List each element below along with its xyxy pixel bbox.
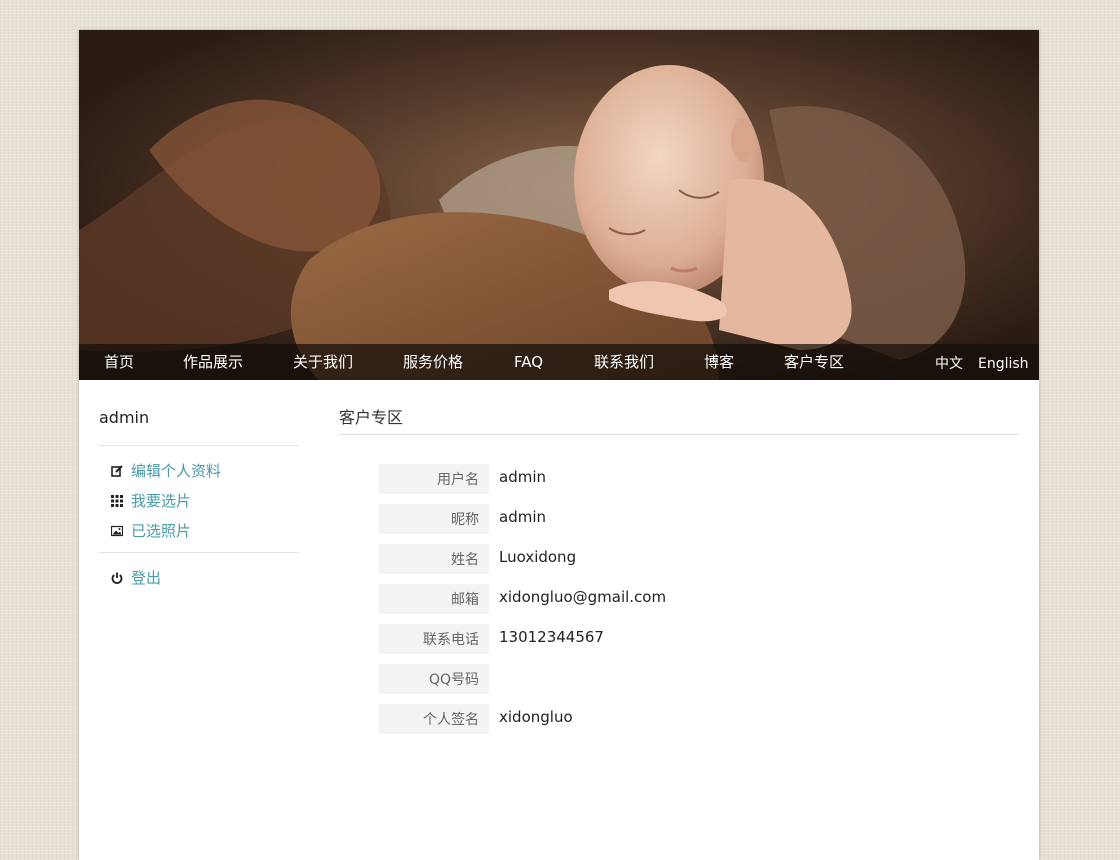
field-label: 个人签名 (379, 704, 489, 734)
power-icon (111, 572, 123, 584)
sidebar-item-label: 我要选片 (131, 492, 192, 510)
banner-photo: 首页 作品展示 关于我们 服务价格 FAQ 联系我们 博客 客户专区 中文 En… (79, 30, 1039, 380)
sidebar-username: admin (99, 408, 150, 427)
sleeping-newborn-illustration (79, 30, 1039, 380)
grid-icon (111, 495, 123, 507)
field-value: admin (499, 508, 546, 526)
nav-portfolio[interactable]: 作品展示 (183, 344, 243, 380)
sidebar-item-label: 登出 (131, 569, 162, 587)
main-nav: 首页 作品展示 关于我们 服务价格 FAQ 联系我们 博客 客户专区 中文 En… (79, 344, 1039, 380)
field-label: 姓名 (379, 544, 489, 574)
sidebar-item-selected-photos[interactable]: 已选照片 (99, 516, 299, 546)
field-value: 13012344567 (499, 628, 604, 646)
nav-home[interactable]: 首页 (104, 344, 134, 380)
field-label: 用户名 (379, 464, 489, 494)
field-value: admin (499, 468, 546, 486)
title-divider (339, 434, 1019, 435)
nav-faq[interactable]: FAQ (514, 344, 543, 380)
field-value: xidongluo (499, 708, 573, 726)
page-container: 首页 作品展示 关于我们 服务价格 FAQ 联系我们 博客 客户专区 中文 En… (79, 30, 1039, 860)
picture-icon (111, 525, 123, 537)
lang-chinese[interactable]: 中文 (935, 344, 963, 380)
sidebar-item-label: 已选照片 (131, 522, 192, 540)
page-title: 客户专区 (339, 408, 404, 427)
field-label: QQ号码 (379, 664, 489, 694)
field-label: 邮箱 (379, 584, 489, 614)
sidebar-item-label: 编辑个人资料 (131, 462, 222, 480)
sidebar-item-logout[interactable]: 登出 (99, 563, 299, 593)
nav-about[interactable]: 关于我们 (293, 344, 353, 380)
nav-contact[interactable]: 联系我们 (594, 344, 654, 380)
nav-client-area[interactable]: 客户专区 (784, 344, 844, 380)
nav-blog[interactable]: 博客 (704, 344, 734, 380)
nav-pricing[interactable]: 服务价格 (403, 344, 463, 380)
lang-english[interactable]: English (978, 344, 1029, 380)
field-label: 昵称 (379, 504, 489, 534)
edit-icon (111, 465, 123, 477)
sidebar: admin 编辑个人资料 我要选片 已选照片 登出 (99, 406, 299, 593)
main-content: 客户专区 用户名 admin 昵称 admin 姓名 Luoxidong 邮箱 … (339, 406, 1019, 734)
field-value: Luoxidong (499, 548, 577, 566)
field-value: xidongluo@gmail.com (499, 588, 667, 606)
sidebar-item-edit-profile[interactable]: 编辑个人资料 (99, 456, 299, 486)
field-label: 联系电话 (379, 624, 489, 654)
sidebar-item-select-photos[interactable]: 我要选片 (99, 486, 299, 516)
